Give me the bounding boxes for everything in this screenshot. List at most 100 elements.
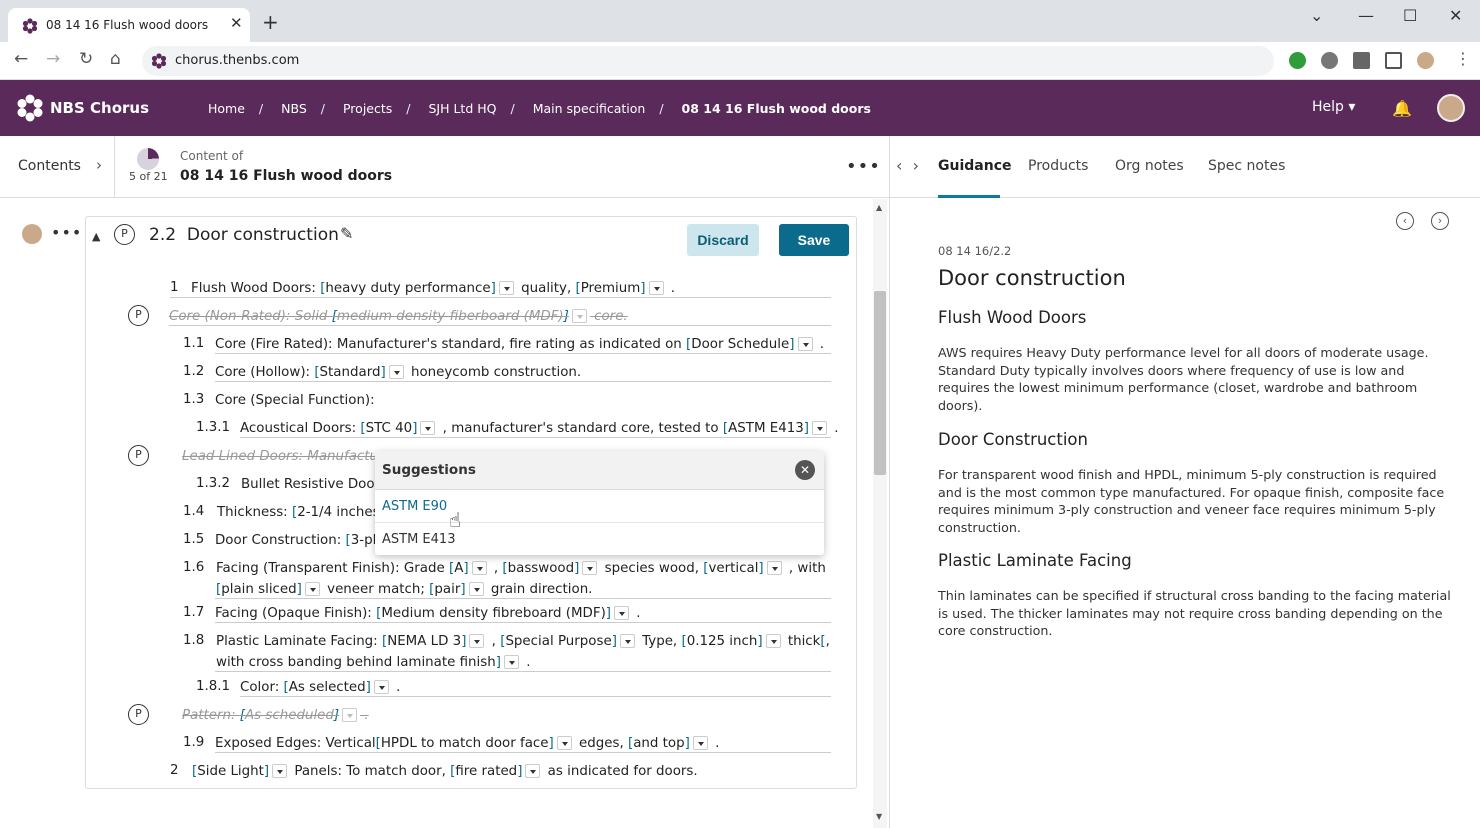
clause-line-text[interactable]: Door Construction: [3-pl [215,532,376,550]
clause-number: 2.2 [149,225,177,245]
option-dropdown[interactable] [556,736,572,750]
brand-name[interactable]: NBS Chorus [50,99,149,117]
option-dropdown[interactable] [468,582,484,596]
browser-menu-icon[interactable]: ⋮ [1455,51,1471,67]
profile-avatar[interactable] [1417,52,1434,69]
forward-icon[interactable]: → [46,51,60,68]
clause-line-text[interactable]: Facing (Opaque Finish): [Medium density … [215,605,641,623]
option-dropdown[interactable] [503,655,519,669]
breadcrumb-project[interactable]: SJH Ltd HQ [428,101,496,116]
app-header: NBS Chorus Home / NBS / Projects / SJH Ltd … [0,80,1480,136]
browser-tab[interactable]: 08 14 16 Flush wood doors ✕ [8,8,250,42]
clause-line-text[interactable]: Core (Hollow): [Standard] honeycomb cons… [215,364,581,382]
tab-products[interactable]: Products [1028,158,1088,174]
option-dropdown[interactable] [571,309,587,323]
option-dropdown[interactable] [648,281,664,295]
clause-line-text[interactable]: Lead Lined Doors: Manufactur [182,448,384,466]
clause-line-text[interactable]: Bullet Resistive Door [241,476,380,494]
clause-line-text[interactable]: Plastic Laminate Facing: [NEMA LD 3] , [… [216,631,830,673]
breadcrumb-specification[interactable]: Main specification [533,101,646,116]
help-menu[interactable]: Help ▾ [1312,99,1355,115]
editor-scrollbar[interactable]: ▲ ▼ [873,199,887,828]
option-dropdown[interactable] [420,421,436,435]
sidepanel-icon[interactable] [1385,52,1402,69]
option-dropdown[interactable] [582,561,598,575]
option-dropdown[interactable] [469,634,485,648]
option-dropdown[interactable] [525,764,541,778]
option-dropdown[interactable] [619,634,635,648]
line-number: 1 [170,280,179,295]
previous-icon[interactable]: ‹ [1396,212,1414,230]
nbs-logo-icon[interactable] [16,94,44,122]
home-icon[interactable]: ⌂ [110,51,121,68]
extension-grey-icon[interactable] [1321,52,1338,69]
clause-line-text[interactable]: Facing (Transparent Finish): Grade [A] ,… [216,558,826,600]
guidance-paragraph: For transparent wood finish and HPDL, mi… [938,467,1445,535]
clause-line-text[interactable]: Core (Fire Rated): Manufacturer's standa… [215,336,824,354]
puzzle-icon[interactable] [1353,52,1370,69]
clause-line-text[interactable]: Pattern: [As scheduled] . [182,707,369,725]
breadcrumb-nbs[interactable]: NBS [281,101,307,116]
progress-pie [137,148,159,170]
collapse-icon[interactable]: ▲ [92,230,100,243]
edit-pencil-icon[interactable]: ✎ [340,224,353,243]
option-dropdown[interactable] [498,281,514,295]
more-options-icon[interactable]: ••• [846,156,881,177]
option-dropdown[interactable] [765,634,781,648]
clause-line-text[interactable]: Acoustical Doors: [STC 40] , manufacture… [240,420,839,438]
scroll-up-icon[interactable]: ▲ [876,203,882,212]
hand-cursor-icon: ☝ [449,508,462,532]
option-dropdown[interactable] [692,736,708,750]
guidance-tabs: ‹ › Guidance Products Org notes Spec not… [890,136,1480,198]
option-dropdown[interactable] [812,421,828,435]
extension-green-icon[interactable] [1289,52,1306,69]
scroll-down-icon[interactable]: ▼ [876,812,882,821]
clause-line-text[interactable]: [Side Light] Panels: To match door, [fir… [192,763,698,781]
help-label: Help [1312,99,1344,115]
breadcrumb-home[interactable]: Home [208,101,245,116]
tab-spec-notes[interactable]: Spec notes [1208,158,1285,174]
clause-line-text[interactable]: Flush Wood Doors: [heavy duty performanc… [191,280,675,298]
clause-line-text[interactable]: Core (Special Function): [215,392,375,410]
divider [114,136,115,198]
maximize-icon[interactable]: ☐ [1403,6,1417,25]
save-button[interactable]: Save [779,224,849,256]
minimize-icon[interactable]: — [1358,6,1374,25]
bell-icon[interactable]: 🔔 [1392,99,1412,118]
suggestion-option[interactable]: ASTM E413 [382,532,455,547]
line-number: 1.3.1 [196,420,231,435]
option-dropdown[interactable] [272,764,288,778]
option-dropdown[interactable] [373,680,389,694]
tab-org-notes[interactable]: Org notes [1115,158,1184,174]
close-window-icon[interactable]: ✕ [1449,6,1462,25]
new-tab-icon[interactable]: + [262,12,279,32]
close-suggestions-icon[interactable]: ✕ [795,460,815,480]
option-dropdown[interactable] [766,561,782,575]
close-tab-icon[interactable]: ✕ [230,14,243,32]
option-dropdown[interactable] [342,708,358,722]
address-bar[interactable]: chorus.thenbs.com [142,46,1274,76]
option-dropdown[interactable] [388,365,404,379]
clause-options-icon[interactable]: ••• [51,223,82,242]
contents-link[interactable]: Contents [18,158,81,174]
scrollbar-thumb[interactable] [874,291,886,475]
reload-icon[interactable]: ↻ [79,51,93,68]
suggestion-option[interactable]: ASTM E90 [382,499,447,514]
back-icon[interactable]: ← [14,51,28,68]
tab-search-icon[interactable]: ⌄ [1310,6,1323,25]
clause-line-text[interactable]: Thickness: [2-1/4 inches [217,504,380,522]
clause-line-text[interactable]: Color: [As selected] . [240,679,400,697]
tab-guidance[interactable]: Guidance [938,158,1012,174]
panel-nav-arrows-icon[interactable]: ‹ › [896,156,919,175]
chevron-right-icon[interactable]: › [96,156,102,174]
option-dropdown[interactable] [304,582,320,596]
discard-button[interactable]: Discard [687,224,759,256]
option-dropdown[interactable] [614,606,630,620]
user-avatar[interactable] [1437,94,1465,122]
breadcrumb-projects[interactable]: Projects [343,101,392,116]
option-dropdown[interactable] [471,561,487,575]
clause-line-text[interactable]: Core (Non-Rated): Solid [medium density … [169,308,628,326]
clause-line-text[interactable]: Exposed Edges: Vertical[HPDL to match do… [215,735,719,753]
next-icon[interactable]: › [1431,212,1449,230]
option-dropdown[interactable] [797,337,813,351]
